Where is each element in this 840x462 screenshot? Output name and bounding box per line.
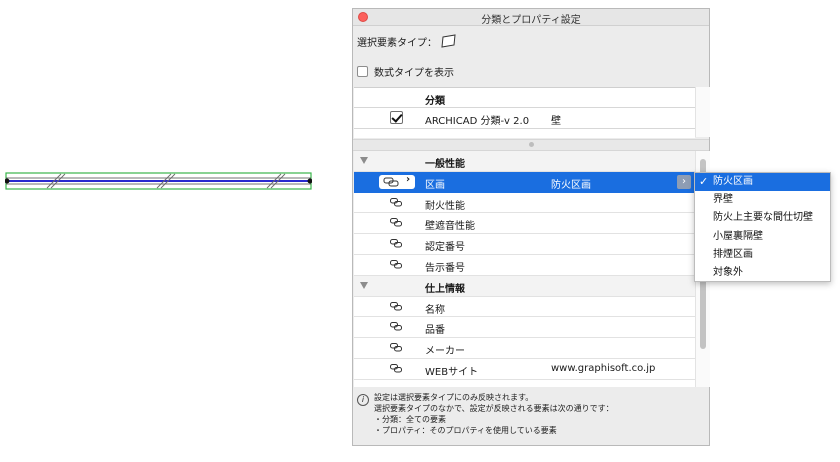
group-name: 仕上情報 [425,283,465,295]
link-icon[interactable] [390,363,402,376]
property-value-dropdown: ✓ 防火区画界壁防火上主要な間仕切壁 小屋裏隔壁排煙区画対象外 [694,172,831,282]
option-label: 防火上主要な間仕切壁 [713,212,813,224]
window-title: 分類とプロパティ設定 [481,15,581,26]
property-row[interactable]: 認定番号 [354,234,695,255]
info-line: 選択要素タイプのなかで、設定が反映される要素は次の通りです： [374,404,614,413]
info-icon: i [357,394,369,406]
dropdown-arrow-button[interactable]: › [677,174,691,189]
property-group-row[interactable]: 一般性能 [354,151,695,172]
classification-scrollbar[interactable] [695,87,710,137]
link-icon[interactable] [390,322,402,334]
link-icon[interactable] [390,259,402,272]
option-label: 排煙区画 [713,248,753,260]
dropdown-option[interactable]: ✓ 防火区画 [695,173,830,192]
linked-property-button[interactable]: › [379,173,415,190]
property-row[interactable]: 壁遮音性能 [354,213,695,235]
classification-header-label: 分類 [425,96,445,107]
property-name: 告示番号 [425,262,465,274]
property-name: 品番 [425,325,445,337]
property-group-row[interactable]: 仕上情報 [354,275,695,297]
formula-type-checkbox[interactable] [357,65,368,77]
classification-table: 分類 ARCHICAD 分類-v 2.0 壁 [354,87,695,138]
classification-system-name: ARCHICAD 分類-v 2.0 [425,116,530,127]
title-bar[interactable]: 分類とプロパティ設定 [353,9,709,26]
info-line: 設定は選択要素タイプにのみ反映されます。 [374,393,534,402]
property-row[interactable]: メーカー [354,338,695,359]
formula-type-label: 数式タイプを表示 [374,67,454,79]
dropdown-option[interactable]: 排煙区画 [695,246,830,264]
checkmark-icon: ✓ [699,175,709,188]
dropdown-option[interactable]: 防火上主要な間仕切壁 [695,209,830,227]
dropdown-option[interactable]: 対象外 [695,264,830,282]
link-icon[interactable] [390,239,402,251]
property-name: 区画 [425,179,445,191]
link-icon[interactable] [390,218,402,230]
option-label: 小屋裏隔壁 [713,230,763,242]
link-icon[interactable] [390,301,402,314]
link-icon[interactable] [390,197,402,210]
property-value[interactable]: www.graphisoft.co.jp [551,363,655,374]
link-icon[interactable] [390,343,402,355]
property-row[interactable]: › 区画 防火区画 › [354,171,695,193]
collapse-triangle-icon[interactable] [360,281,368,289]
option-label: 界壁 [713,194,733,206]
dropdown-option[interactable]: 小屋裏隔壁 [695,228,830,246]
classification-value[interactable]: 壁 [551,112,561,127]
chevron-right-icon: › [406,173,411,185]
property-row[interactable]: WEBサイト www.graphisoft.co.jp [354,359,695,380]
collapse-triangle-icon[interactable] [360,157,368,164]
wall-type-icon [441,34,456,48]
property-name: 認定番号 [425,242,465,254]
classification-header: 分類 [354,88,695,108]
link-icon [383,177,401,190]
option-label: 対象外 [713,266,743,278]
classification-row[interactable]: ARCHICAD 分類-v 2.0 壁 [354,108,695,129]
element-type-label: 選択要素タイプ： [357,37,437,49]
panel-splitter[interactable] [353,139,709,151]
property-row[interactable]: 名称 [354,297,695,318]
property-row[interactable]: 品番 [354,317,695,339]
group-name: 一般性能 [425,159,465,170]
property-list: 一般性能 › 区画 防火区画 › 耐火性能壁遮音性能認定番号告示番号仕上情報名称品番メーカ… [354,151,695,387]
property-row[interactable]: 告示番号 [354,255,695,276]
info-line: ・プロパティ：そのプロパティを使用している要素 [374,426,557,435]
property-name: 耐火性能 [425,200,465,212]
property-name: WEBサイト [425,366,479,378]
option-label: 防火区画 [713,176,753,187]
classification-checkbox[interactable] [390,111,403,124]
property-name: 名称 [425,304,445,316]
info-line: ・分類：全ての要素 [374,415,446,424]
property-name: メーカー [425,346,465,358]
classification-property-window: 分類とプロパティ設定 選択要素タイプ： 数式タイプを表示 分類 ARCHICAD… [352,8,710,446]
formula-type-row[interactable]: 数式タイプを表示 [357,63,454,79]
property-name: 壁遮音性能 [425,221,475,233]
wall-plan-element[interactable] [5,172,312,190]
element-type-row: 選択要素タイプ： [357,33,457,49]
property-value[interactable]: 防火区画 [551,176,591,191]
property-row[interactable]: 耐火性能 [354,193,695,214]
dropdown-option[interactable]: 界壁 [695,191,830,209]
